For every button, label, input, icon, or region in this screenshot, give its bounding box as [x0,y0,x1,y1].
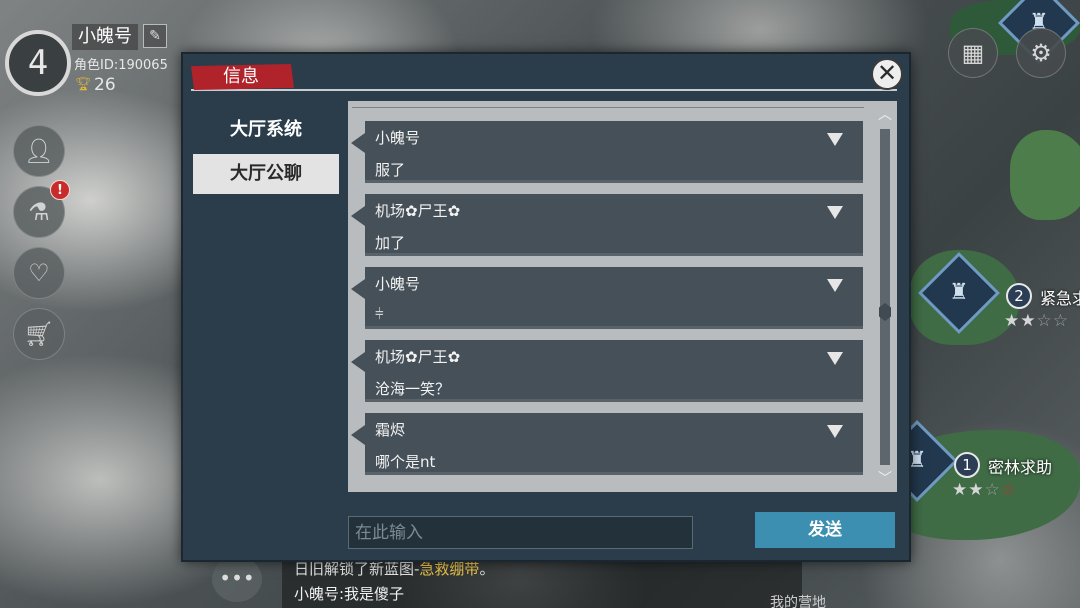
chevron-down-icon[interactable] [827,206,843,219]
list-divider [352,107,864,108]
message-text: ⫩ [375,305,384,323]
player-level[interactable]: 4 [5,30,71,96]
list-item[interactable]: 霜烬 哪个是nt [351,413,863,475]
scroll-track[interactable] [880,129,890,465]
calendar-button[interactable]: ▦ [948,28,998,78]
tab-lobby-system[interactable]: 大厅系统 [193,110,339,150]
message-author: 机场✿尸王✿ [375,348,461,366]
chevron-down-icon[interactable] [827,352,843,365]
header-divider [191,89,897,91]
message-text: 加了 [375,234,406,252]
chevron-down-icon[interactable] [827,279,843,292]
gear-icon: ⚙ [1030,39,1052,67]
message-text: 服了 [375,161,406,179]
player-name: 小魄号 [72,24,138,50]
message-author: 机场✿尸王✿ [375,202,461,220]
chevron-down-icon[interactable]: ﹀ [878,471,892,487]
location-name[interactable]: 密林求助 [988,454,1052,478]
message-author: 小魄号 [375,275,421,293]
chat-ticker[interactable]: 日旧解锁了新蓝图-急救绷带。 小魄号:我是傻子 [282,556,802,608]
flask-icon: ⚗ [28,198,50,226]
list-item[interactable]: 小魄号 ⫩ [351,267,863,329]
location-stars: ★★☆☆ [952,480,1017,500]
settings-button[interactable]: ⚙ [1016,28,1066,78]
cart-icon: 🛒︎ [23,320,55,348]
shop-button[interactable]: 🛒︎ [13,308,65,360]
alert-badge: ! [50,180,70,200]
location-level: 1 [954,452,980,478]
location-name[interactable]: 紧急求 [1040,285,1080,309]
message-list[interactable]: 小魄号 服了 机场✿尸王✿ 加了 小魄号 ⫩ 机场✿尸王✿ 沧海一笑？ 霜烬 哪… [348,101,897,492]
ticker-line: 小魄号:我是傻子 [294,585,405,603]
person-icon: 👤︎ [23,137,55,165]
close-icon[interactable]: ✕ [871,58,903,90]
message-author: 霜烬 [375,421,406,439]
dialog-title: 信息 [191,64,294,90]
list-item[interactable]: 小魄号 服了 [351,121,863,183]
message-dialog: 信息 ✕ 大厅系统 大厅公聊 小魄号 服了 机场✿尸王✿ 加了 小魄号 ⫩ 机场… [181,52,911,562]
location-level: 2 [1006,283,1032,309]
handshake-icon: ♡ [28,259,50,287]
tab-lobby-public-chat[interactable]: 大厅公聊 [193,154,339,194]
tower-icon: ♜ [949,280,969,305]
list-item[interactable]: 机场✿尸王✿ 加了 [351,194,863,256]
trophy-count: 26 [94,75,116,95]
message-text: 哪个是nt [375,453,436,471]
message-author: 小魄号 [375,129,421,147]
chat-input[interactable] [348,516,693,549]
pencil-icon[interactable]: ✎ [143,24,167,48]
trophy-icon: 🏆︎ [75,77,92,92]
message-text: 沧海一笑？ [375,380,451,398]
alliance-button[interactable]: ♡ [13,247,65,299]
role-id: 角色ID:190065 [74,58,168,73]
chat-bubble-icon: ••• [219,566,255,590]
chevron-up-icon[interactable]: ︿ [878,107,892,123]
chevron-down-icon[interactable] [827,425,843,438]
scrollbar[interactable]: ︿ ﹀ [878,107,892,487]
list-item[interactable]: 机场✿尸王✿ 沧海一笑？ [351,340,863,402]
chat-button[interactable]: ••• [212,556,262,602]
location-stars: ★★☆☆ [1004,311,1069,331]
send-button[interactable]: 发送 [755,512,895,548]
calendar-icon: ▦ [961,39,985,67]
map-island [1010,130,1080,220]
map-location-label: 我的营地 [770,595,826,608]
profile-button[interactable]: 👤︎ [13,125,65,177]
chevron-down-icon[interactable] [827,133,843,146]
